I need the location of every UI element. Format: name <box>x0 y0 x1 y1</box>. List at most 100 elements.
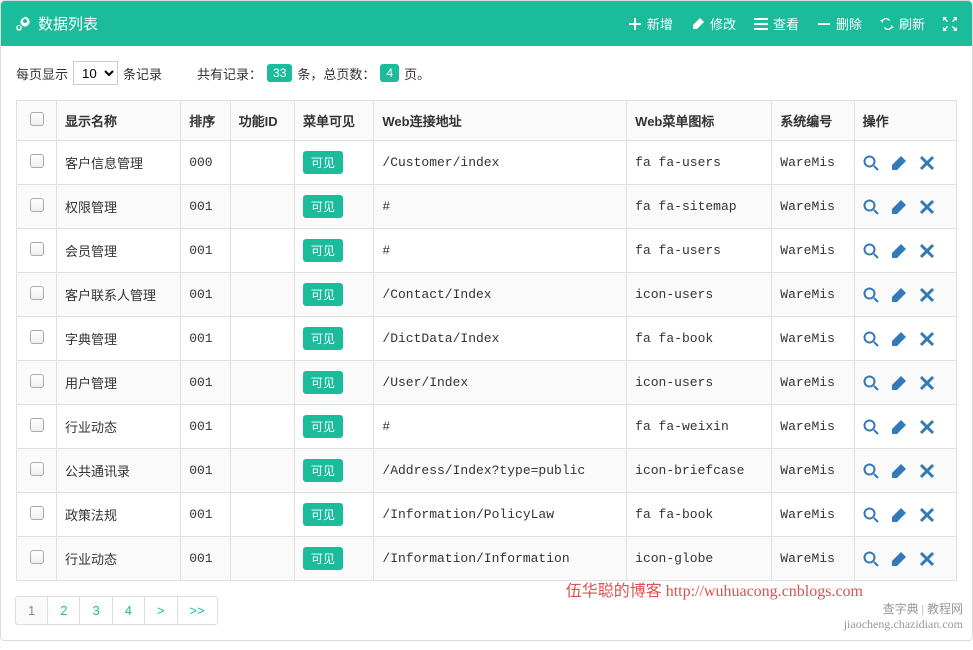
cell-url: # <box>374 185 627 229</box>
pencil-icon <box>691 17 705 31</box>
edit-action[interactable] <box>891 155 907 171</box>
cell-visible: 可见 <box>295 493 374 537</box>
col-func-id[interactable]: 功能ID <box>230 101 294 141</box>
col-web-icon[interactable]: Web菜单图标 <box>627 101 772 141</box>
row-checkbox[interactable] <box>30 374 44 388</box>
cell-sort: 000 <box>181 141 230 185</box>
row-checkbox[interactable] <box>30 242 44 256</box>
table-row: 用户管理001可见/User/Indexicon-usersWareMis <box>17 361 957 405</box>
refresh-button[interactable]: 刷新 <box>880 14 925 33</box>
cell-icon: fa fa-users <box>627 141 772 185</box>
view-action[interactable] <box>863 463 879 479</box>
edit-action[interactable] <box>891 375 907 391</box>
col-web-url[interactable]: Web连接地址 <box>374 101 627 141</box>
delete-action[interactable] <box>919 375 935 391</box>
view-action[interactable] <box>863 331 879 347</box>
panel-header: 数据列表 新增 修改 查看 删除 刷新 <box>1 1 972 46</box>
cell-name: 客户联系人管理 <box>57 273 181 317</box>
view-action[interactable] <box>863 375 879 391</box>
cell-ops <box>854 317 956 361</box>
select-all-checkbox[interactable] <box>30 112 44 126</box>
col-ops[interactable]: 操作 <box>854 101 956 141</box>
delete-action[interactable] <box>919 463 935 479</box>
edit-button[interactable]: 修改 <box>691 14 736 33</box>
add-button[interactable]: 新增 <box>628 14 673 33</box>
cell-url: /Information/PolicyLaw <box>374 493 627 537</box>
edit-action[interactable] <box>891 243 907 259</box>
col-menu-visible[interactable]: 菜单可见 <box>295 101 374 141</box>
info-bar: 每页显示 10 条记录 共有记录： 33 条，总页数： 4 页。 <box>16 61 957 85</box>
visible-tag: 可见 <box>303 547 343 570</box>
per-page-select[interactable]: 10 <box>73 61 118 85</box>
row-checkbox[interactable] <box>30 154 44 168</box>
visible-tag: 可见 <box>303 415 343 438</box>
edit-action[interactable] <box>891 287 907 303</box>
view-action[interactable] <box>863 287 879 303</box>
edit-action[interactable] <box>891 331 907 347</box>
cell-func-id <box>230 141 294 185</box>
col-sort[interactable]: 排序 <box>181 101 230 141</box>
delete-action[interactable] <box>919 551 935 567</box>
page-button-3[interactable]: 3 <box>79 596 112 625</box>
cell-func-id <box>230 361 294 405</box>
cell-sort: 001 <box>181 405 230 449</box>
delete-action[interactable] <box>919 155 935 171</box>
blog-credit: 伍华聪的博客 http://wuhuacong.cnblogs.com <box>566 577 863 601</box>
edit-action[interactable] <box>891 199 907 215</box>
cell-sort: 001 <box>181 229 230 273</box>
edit-action[interactable] <box>891 551 907 567</box>
cell-sort: 001 <box>181 493 230 537</box>
fullscreen-button[interactable] <box>943 17 957 31</box>
table-row: 字典管理001可见/DictData/Indexfa fa-bookWareMi… <box>17 317 957 361</box>
row-checkbox[interactable] <box>30 462 44 476</box>
table-row: 公共通讯录001可见/Address/Index?type=publicicon… <box>17 449 957 493</box>
edit-action[interactable] <box>891 463 907 479</box>
view-action[interactable] <box>863 199 879 215</box>
page-button-4[interactable]: 4 <box>112 596 145 625</box>
row-checkbox[interactable] <box>30 418 44 432</box>
cell-visible: 可见 <box>295 141 374 185</box>
delete-action[interactable] <box>919 419 935 435</box>
view-action[interactable] <box>863 419 879 435</box>
edit-label: 修改 <box>710 14 736 33</box>
view-action[interactable] <box>863 551 879 567</box>
delete-button[interactable]: 删除 <box>817 14 862 33</box>
view-action[interactable] <box>863 507 879 523</box>
row-checkbox[interactable] <box>30 286 44 300</box>
view-action[interactable] <box>863 243 879 259</box>
row-checkbox[interactable] <box>30 550 44 564</box>
delete-action[interactable] <box>919 331 935 347</box>
edit-action[interactable] <box>891 419 907 435</box>
view-action[interactable] <box>863 155 879 171</box>
cell-ops <box>854 185 956 229</box>
total-prefix: 共有记录： <box>197 64 262 83</box>
panel-title: 数据列表 <box>16 13 98 34</box>
edit-action[interactable] <box>891 507 907 523</box>
cogs-icon <box>16 16 32 32</box>
total-records-badge: 33 <box>267 64 292 82</box>
cell-sys: WareMis <box>772 229 854 273</box>
cell-visible: 可见 <box>295 185 374 229</box>
cell-icon: icon-users <box>627 273 772 317</box>
page-button-2[interactable]: 2 <box>47 596 80 625</box>
cell-sort: 001 <box>181 537 230 581</box>
row-checkbox[interactable] <box>30 506 44 520</box>
delete-action[interactable] <box>919 243 935 259</box>
panel-body: 每页显示 10 条记录 共有记录： 33 条，总页数： 4 页。 显示名称 排序… <box>1 46 972 640</box>
delete-action[interactable] <box>919 287 935 303</box>
col-sys-no[interactable]: 系统编号 <box>772 101 854 141</box>
view-button[interactable]: 查看 <box>754 14 799 33</box>
delete-action[interactable] <box>919 199 935 215</box>
row-checkbox[interactable] <box>30 330 44 344</box>
delete-action[interactable] <box>919 507 935 523</box>
page-last[interactable]: >> <box>177 596 218 625</box>
page-next[interactable]: > <box>144 596 178 625</box>
add-label: 新增 <box>647 14 673 33</box>
cell-url: /Address/Index?type=public <box>374 449 627 493</box>
cell-ops <box>854 273 956 317</box>
cell-sys: WareMis <box>772 317 854 361</box>
view-label: 查看 <box>773 14 799 33</box>
row-checkbox[interactable] <box>30 198 44 212</box>
col-name[interactable]: 显示名称 <box>57 101 181 141</box>
cell-func-id <box>230 317 294 361</box>
